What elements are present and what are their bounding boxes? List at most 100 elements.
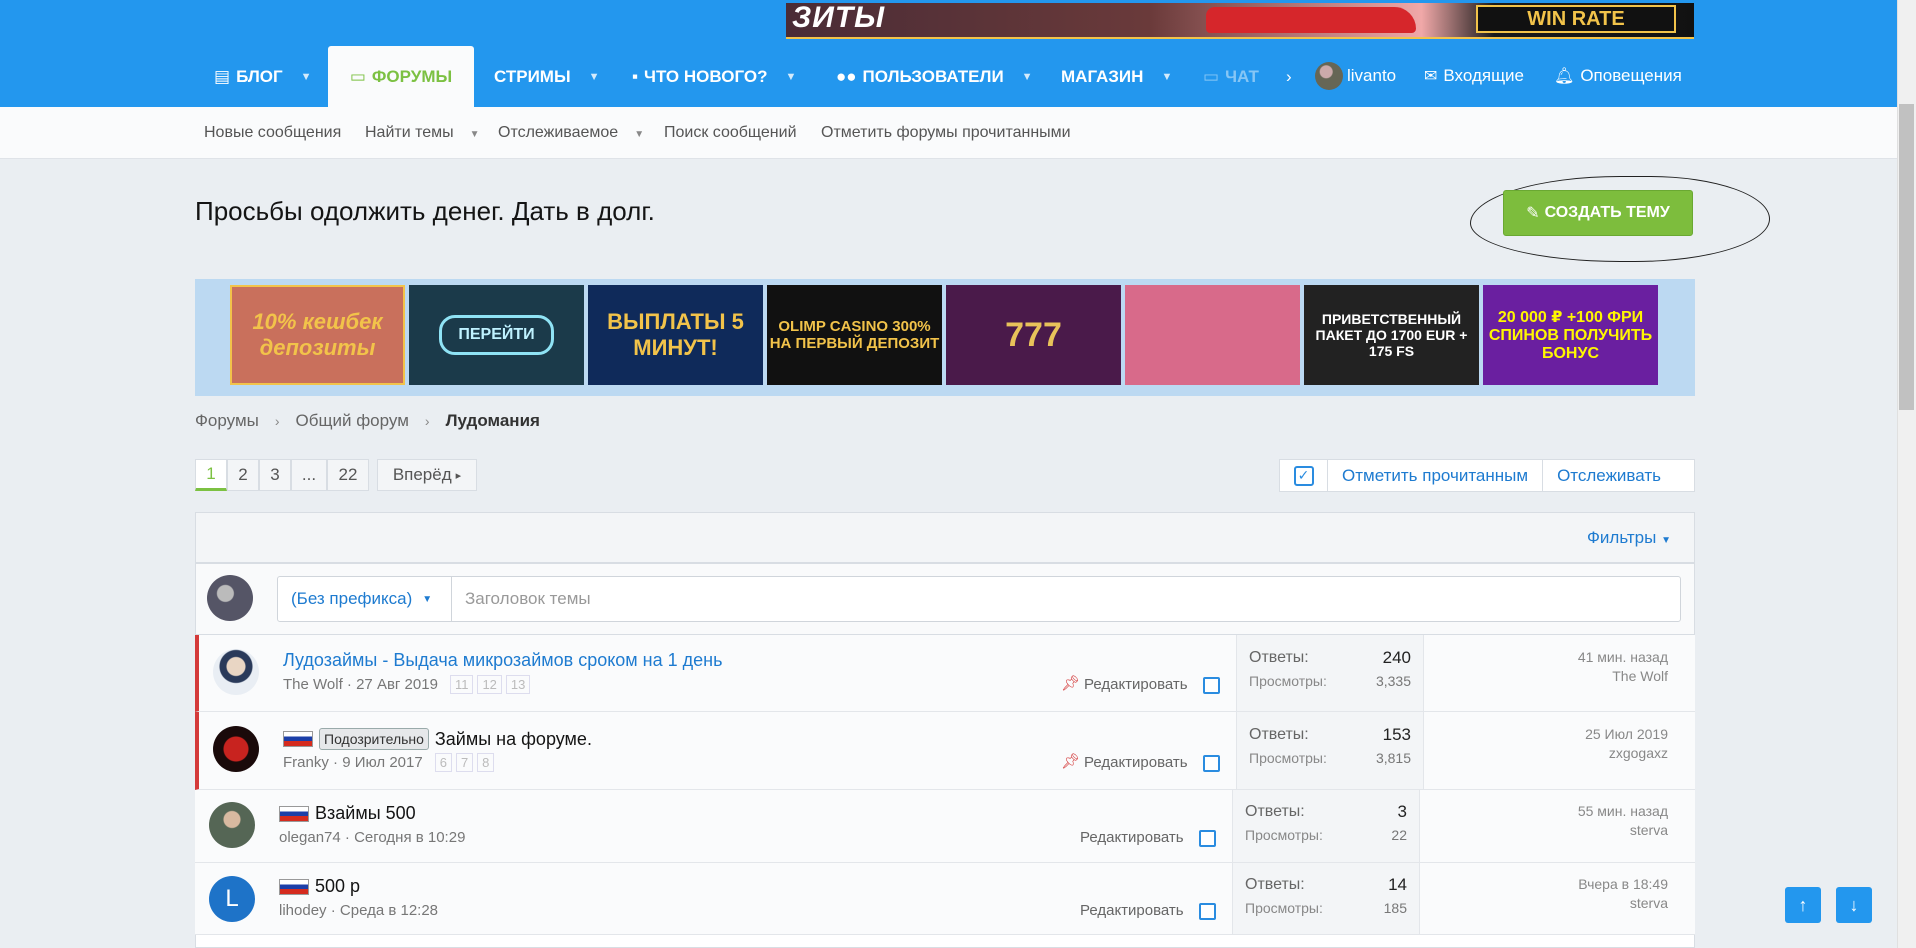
scroll-to-bottom-button[interactable]: ↓ [1836, 887, 1872, 923]
bell-icon: 🔔︎ [1554, 68, 1575, 85]
last-post-time: Вчера в 18:49 [1578, 876, 1668, 892]
last-post[interactable]: 55 мин. назад sterva [1578, 803, 1668, 838]
russia-flag-icon [283, 731, 313, 747]
mini-page[interactable]: 6 [434, 753, 452, 772]
thread-author[interactable]: olegan74 [279, 829, 341, 846]
nav-streams[interactable]: СТРИМЫ ▼ [494, 46, 600, 107]
last-post[interactable]: 41 мин. назад The Wolf [1578, 649, 1668, 684]
subnav-search-posts[interactable]: Поиск сообщений [664, 124, 797, 142]
ad-banner-1[interactable]: 10% кешбек депозиты [230, 285, 405, 385]
last-post[interactable]: 25 Июл 2019 zxgogaxz [1585, 726, 1668, 761]
ad-banner-8[interactable]: 20 000 ₽ +100 ФРИ СПИНОВ ПОЛУЧИТЬ БОНУС [1483, 285, 1658, 385]
edit-link[interactable]: Редактировать [1084, 676, 1188, 693]
thread-author[interactable]: The Wolf [283, 676, 343, 693]
table-row[interactable]: Подозрительно Займы на форуме. Franky · 9… [195, 712, 1695, 790]
nav-blog[interactable]: ▤ БЛОГ ▼ [214, 46, 312, 107]
edit-link[interactable]: Редактировать [1080, 902, 1184, 919]
edit-link[interactable]: Редактировать [1080, 829, 1184, 846]
user-menu[interactable]: livanto [1315, 62, 1396, 90]
breadcrumb-general-forum[interactable]: Общий форум [296, 411, 409, 431]
top-ad-banner[interactable]: ЗИТЫ WIN RATE [786, 3, 1694, 39]
watch-button[interactable]: Отслеживать [1543, 460, 1675, 491]
avatar[interactable] [213, 649, 259, 695]
subnav-watched[interactable]: Отслеживаемое ▼ [498, 124, 644, 142]
chevron-down-icon[interactable]: ▼ [1161, 71, 1172, 83]
mini-page[interactable]: 8 [477, 753, 495, 772]
table-row[interactable]: Взаймы 500 olegan74 · Сегодня в 10:29 Ре… [195, 790, 1695, 863]
ad-banner-3[interactable]: ВЫПЛАТЫ 5 МИНУТ! [588, 285, 763, 385]
thread-checkbox[interactable] [1203, 677, 1220, 694]
thread-title[interactable]: 500 р [279, 876, 360, 897]
subnav-find-threads[interactable]: Найти темы ▼ [365, 124, 480, 142]
scrollbar-thumb[interactable] [1899, 104, 1914, 410]
scroll-to-top-button[interactable]: ↑ [1785, 887, 1821, 923]
create-thread-button[interactable]: ✎ СОЗДАТЬ ТЕМУ [1503, 190, 1693, 236]
avatar[interactable]: L [209, 876, 255, 922]
page-22[interactable]: 22 [327, 459, 369, 491]
last-post[interactable]: Вчера в 18:49 sterva [1578, 876, 1668, 911]
thread-title[interactable]: Лудозаймы - Выдача микрозаймов сроком на… [283, 650, 722, 671]
alerts-link[interactable]: 🔔︎ Оповещения [1554, 63, 1682, 89]
mini-page[interactable]: 7 [455, 753, 474, 772]
replies-label: Ответы: [1249, 649, 1309, 666]
table-row[interactable]: L 500 р lihodey · Среда в 12:28 Редактир… [195, 863, 1695, 935]
page-3[interactable]: 3 [259, 459, 291, 491]
nav-users-label: ПОЛЬЗОВАТЕЛИ [862, 66, 1004, 86]
mark-read-button[interactable]: Отметить прочитанным [1328, 460, 1544, 491]
table-row[interactable]: Лудозаймы - Выдача микрозаймов сроком на… [195, 635, 1695, 712]
nav-users[interactable]: ●● ПОЛЬЗОВАТЕЛИ ▼ [836, 46, 1033, 107]
nav-whats-new[interactable]: ▪ ЧТО НОВОГО? ▼ [632, 46, 796, 107]
ad-banner-6[interactable] [1125, 285, 1300, 385]
thread-title[interactable]: Взаймы 500 [279, 803, 416, 824]
prefix-select[interactable]: (Без префикса) ▼ [277, 576, 452, 622]
ad-banner-2[interactable]: ПЕРЕЙТИ [409, 285, 584, 385]
page-2[interactable]: 2 [227, 459, 259, 491]
chevron-down-icon[interactable]: ▼ [301, 71, 312, 83]
last-post-user[interactable]: The Wolf [1578, 668, 1668, 684]
page: ЗИТЫ WIN RATE ▤ БЛОГ ▼ ▭ ФОРУМЫ СТРИМЫ ▼ ▪ ЧТ… [0, 0, 1916, 948]
page-1[interactable]: 1 [195, 459, 227, 491]
chevron-down-icon[interactable]: ▼ [785, 71, 796, 83]
thread-title[interactable]: Подозрительно Займы на форуме. [283, 728, 592, 750]
nav-forums[interactable]: ▭ ФОРУМЫ [328, 46, 474, 107]
select-all-checkbox[interactable]: ✓ [1280, 460, 1328, 491]
breadcrumb-forums[interactable]: Форумы [195, 411, 259, 431]
thread-title-input[interactable] [451, 576, 1681, 622]
subnav-new-posts-label: Новые сообщения [204, 124, 342, 141]
thread-checkbox[interactable] [1199, 830, 1216, 847]
subnav-new-posts[interactable]: Новые сообщения [204, 124, 341, 142]
edit-link[interactable]: Редактировать [1084, 754, 1188, 771]
views-count: 3,815 [1375, 750, 1411, 766]
chevron-down-icon[interactable]: ▼ [589, 71, 600, 83]
mini-page[interactable]: 13 [505, 675, 531, 694]
thread-author[interactable]: Franky [283, 754, 329, 771]
avatar[interactable] [209, 802, 255, 848]
nav-shop[interactable]: МАГАЗИН ▼ [1061, 46, 1172, 107]
nav-chat[interactable]: ▭ ЧАТ [1203, 46, 1259, 107]
ad-banner-5[interactable]: 777 [946, 285, 1121, 385]
thread-checkbox[interactable] [1203, 755, 1220, 772]
inbox-link[interactable]: ✉ Входящие [1424, 63, 1524, 89]
page-skip[interactable]: ... [291, 459, 327, 491]
chevron-down-icon[interactable]: ▼ [634, 129, 644, 140]
ad-text: ПРИВЕТСТВЕННЫЙ ПАКЕТ ДО 1700 EUR + 175 F… [1315, 311, 1468, 359]
thread-checkbox[interactable] [1199, 903, 1216, 920]
ad-banner-7[interactable]: ПРИВЕТСТВЕННЫЙ ПАКЕТ ДО 1700 EUR + 175 F… [1304, 285, 1479, 385]
mini-page[interactable]: 11 [449, 675, 474, 694]
mini-page[interactable]: 12 [477, 675, 502, 694]
avatar[interactable] [213, 726, 259, 772]
last-post-user[interactable]: sterva [1578, 822, 1668, 838]
inbox-label: Входящие [1443, 66, 1525, 85]
thread-author[interactable]: lihodey [279, 902, 327, 919]
arrow-up-icon: ↑ [1798, 894, 1808, 915]
pin-icon: 📌︎ [1061, 675, 1081, 692]
ad-banner-4[interactable]: OLIMP CASINO 300% НА ПЕРВЫЙ ДЕПОЗИТ [767, 285, 942, 385]
last-post-user[interactable]: zxgogaxz [1585, 745, 1668, 761]
subnav-mark-forums-read[interactable]: Отметить форумы прочитанными [821, 124, 1071, 142]
chevron-down-icon[interactable]: ▼ [1022, 71, 1033, 83]
nav-more-chevron[interactable]: › [1286, 46, 1292, 107]
filters-dropdown[interactable]: Фильтры ▼ [1587, 528, 1671, 548]
last-post-user[interactable]: sterva [1578, 895, 1668, 911]
next-page-button[interactable]: Вперёд ▸ [377, 459, 477, 491]
chevron-down-icon[interactable]: ▼ [470, 129, 480, 140]
